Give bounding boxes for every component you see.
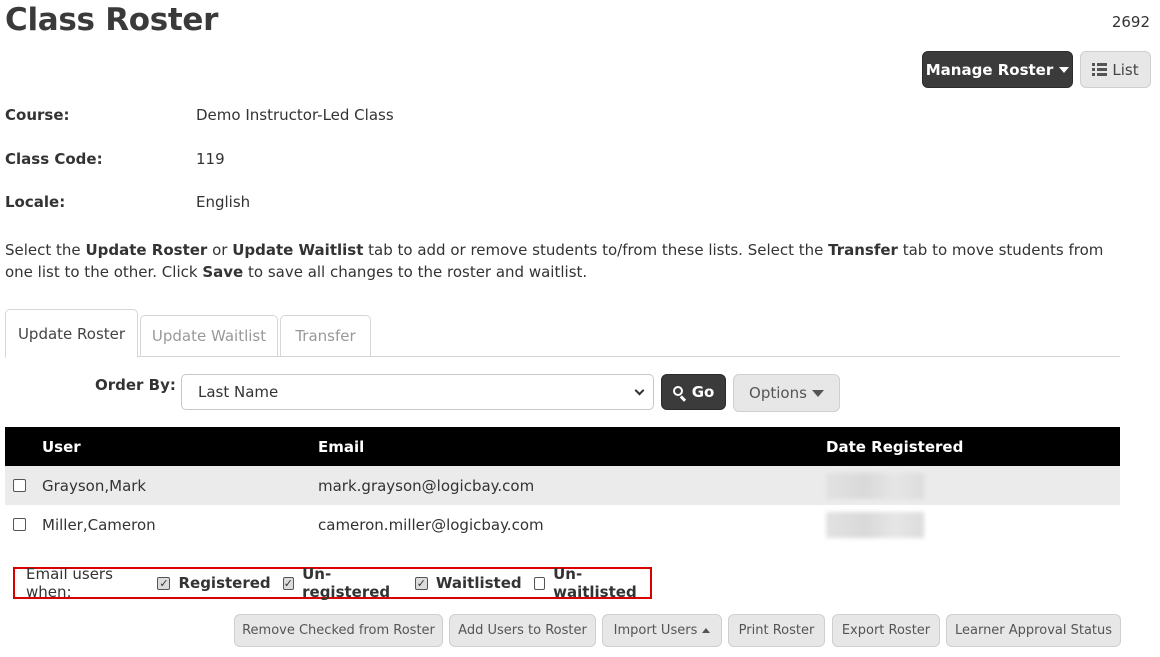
- row-date-redacted: [826, 512, 924, 538]
- locale-label: Locale:: [5, 193, 66, 211]
- course-value: Demo Instructor-Led Class: [196, 106, 394, 124]
- locale-value: English: [196, 193, 251, 211]
- row-user: Miller,Cameron: [42, 515, 156, 534]
- column-header-user[interactable]: User: [42, 427, 81, 466]
- table-row: Miller,Cameron cameron.miller@logicbay.c…: [5, 505, 1120, 544]
- column-header-email[interactable]: Email: [318, 427, 364, 466]
- column-header-date-registered[interactable]: Date Registered: [826, 427, 963, 466]
- course-label: Course:: [5, 106, 70, 124]
- import-users-button[interactable]: Import Users: [602, 614, 722, 647]
- row-email: cameron.miller@logicbay.com: [318, 515, 544, 534]
- email-option-waitlisted[interactable]: ✓ Waitlisted: [414, 574, 522, 592]
- page-title: Class Roster: [5, 2, 219, 38]
- row-email: mark.grayson@logicbay.com: [318, 476, 535, 495]
- checkbox-un-waitlisted[interactable]: [533, 576, 546, 590]
- class-code-label: Class Code:: [5, 150, 103, 168]
- print-roster-button[interactable]: Print Roster: [728, 614, 825, 647]
- table-row: Grayson,Mark mark.grayson@logicbay.com: [5, 466, 1120, 505]
- order-by-label: Order By:: [95, 376, 176, 394]
- email-users-label: Email users when:: [26, 565, 113, 601]
- options-label: Options: [749, 384, 807, 402]
- learner-approval-status-button[interactable]: Learner Approval Status: [946, 614, 1121, 647]
- page-id: 2692: [1111, 13, 1150, 31]
- add-users-button[interactable]: Add Users to Roster: [449, 614, 596, 647]
- row-user: Grayson,Mark: [42, 476, 147, 495]
- caret-down-icon: [811, 389, 824, 397]
- export-roster-button[interactable]: Export Roster: [832, 614, 940, 647]
- email-option-registered[interactable]: ✓ Registered: [157, 574, 271, 592]
- list-icon: [1092, 63, 1108, 76]
- table-header: User Email Date Registered: [5, 427, 1120, 466]
- tab-update-roster[interactable]: Update Roster: [5, 309, 138, 358]
- class-code-value: 119: [196, 150, 225, 168]
- manage-roster-label: Manage Roster: [925, 60, 1054, 79]
- row-checkbox[interactable]: [13, 518, 26, 531]
- go-label: Go: [691, 383, 715, 401]
- remove-checked-button[interactable]: Remove Checked from Roster: [234, 614, 443, 647]
- order-by-select[interactable]: Last Name: [181, 374, 654, 410]
- row-date-redacted: [826, 473, 924, 499]
- checkbox-waitlisted[interactable]: ✓: [414, 576, 428, 590]
- manage-roster-button[interactable]: Manage Roster: [922, 51, 1073, 88]
- caret-down-icon: [1059, 66, 1070, 73]
- list-button[interactable]: List: [1080, 51, 1151, 88]
- order-by-value: Last Name: [198, 383, 279, 401]
- tab-transfer[interactable]: Transfer: [280, 315, 371, 357]
- go-button[interactable]: Go: [661, 374, 726, 410]
- tab-update-waitlist[interactable]: Update Waitlist: [140, 315, 278, 357]
- list-label: List: [1112, 60, 1139, 79]
- options-button[interactable]: Options: [733, 374, 840, 412]
- search-icon: [672, 385, 686, 401]
- checkbox-registered[interactable]: ✓: [157, 576, 171, 590]
- instructions-text: Select the Update Roster or Update Waitl…: [5, 241, 1104, 281]
- checkbox-un-registered[interactable]: ✓: [282, 576, 295, 590]
- chevron-down-icon: [634, 385, 645, 395]
- email-users-options: Email users when: ✓ Registered ✓ Un-regi…: [13, 565, 652, 601]
- email-option-un-waitlisted[interactable]: Un-waitlisted: [533, 565, 650, 601]
- row-checkbox[interactable]: [13, 479, 26, 492]
- caret-up-icon: [702, 628, 711, 633]
- email-option-un-registered[interactable]: ✓ Un-registered: [282, 565, 403, 601]
